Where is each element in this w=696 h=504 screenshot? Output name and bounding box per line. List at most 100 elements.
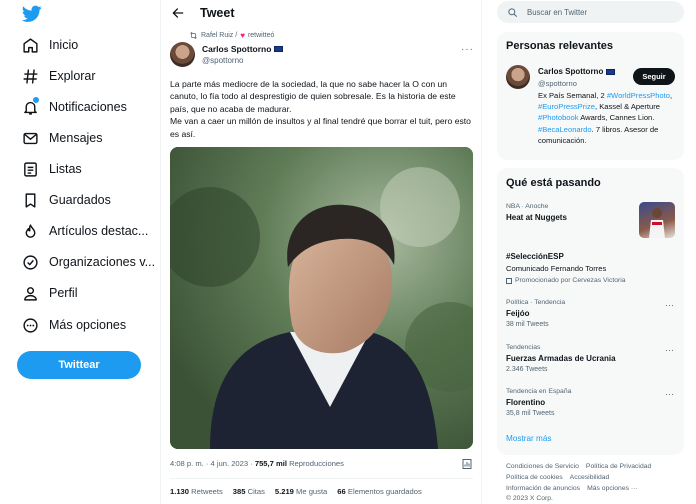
retweeted-suffix: retwitteó [247, 32, 275, 39]
nav-notifications[interactable]: Notificaciones [22, 95, 127, 119]
bookmark-icon [25, 192, 36, 208]
author-avatar[interactable] [170, 42, 195, 67]
bio-text: Ex País Semanal, 2 [538, 91, 607, 100]
trend-context: Política · Tendencia [506, 299, 566, 306]
analytics-icon[interactable] [461, 458, 473, 470]
tweet-stats: 1.130 Retweets 385 Citas 5.219 Me gusta … [170, 487, 422, 496]
bookmarks-label: Elementos guardados [347, 487, 422, 496]
author-name-row[interactable]: Carlos Spottorno [202, 44, 284, 54]
nav-home[interactable]: Inicio [22, 33, 78, 57]
flame-icon [25, 223, 36, 238]
eu-flag-icon [606, 68, 616, 75]
footer-link[interactable]: Información de anuncios [506, 485, 580, 492]
trend-item[interactable]: Tendencia en España Florentino 35,8 mil … [506, 388, 571, 417]
author-handle[interactable]: @spottorno [202, 56, 243, 65]
tweet-meta: 4:08 p. m. · 4 jun. 2023 · 755,7 mil Rep… [170, 459, 344, 468]
retweets-stat[interactable]: 1.130 Retweets [170, 487, 223, 496]
footer-link[interactable]: Política de cookies [506, 474, 563, 481]
retweets-count: 1.130 [170, 487, 190, 496]
more-options-icon[interactable]: ··· [461, 44, 474, 55]
tweet-button[interactable]: Twittear [17, 351, 141, 379]
bio-hashtag[interactable]: #EuroPressPrize [538, 102, 595, 111]
divider [170, 478, 473, 479]
trend-name: Florentino [506, 398, 546, 407]
nav-label: Explorar [49, 69, 96, 83]
trend-item[interactable]: Tendencias Fuerzas Armadas de Ucrania 2.… [506, 344, 616, 373]
retweeted-by[interactable]: Rafel Ruiz / [201, 32, 237, 39]
views-label: Reproducciones [289, 459, 344, 468]
nav-label: Inicio [49, 38, 79, 52]
footer-link[interactable]: Accesibilidad [570, 474, 610, 481]
relevant-handle[interactable]: @spottorno [538, 79, 577, 88]
tweet-text-paragraph-2: Me van a caer un millón de insultos y al… [170, 116, 471, 139]
retweets-label: Retweets [191, 487, 223, 496]
bio-text: , [669, 91, 673, 100]
tweet-text-paragraph-1: La parte más mediocre de la sociedad, la… [170, 79, 456, 114]
portrait-image [170, 147, 473, 449]
trend-more-icon[interactable]: ··· [665, 389, 674, 399]
trending-title: Qué está pasando [506, 177, 601, 189]
trend-item[interactable]: Política · Tendencia Feijóo 38 mil Tweet… [506, 299, 565, 328]
follow-button[interactable]: Seguir [633, 68, 675, 85]
footer-link[interactable]: Política de Privacidad [586, 463, 651, 470]
twitter-bird-icon[interactable] [22, 5, 42, 23]
bio-text: Awards, Cannes Lion. [578, 113, 655, 123]
tweet-time[interactable]: 4:08 p. m. · 4 jun. 2023 · [170, 459, 255, 468]
promoted-icon [506, 277, 512, 284]
eu-flag-icon [274, 46, 284, 52]
footer-link[interactable]: Condiciones de Servicio [506, 463, 579, 470]
likes-label: Me gusta [296, 487, 328, 496]
trend-name: Feijóo [506, 309, 530, 318]
home-icon [23, 37, 38, 53]
nav-profile[interactable]: Perfil [22, 281, 77, 305]
bookmarks-stat[interactable]: 66 Elementos guardados [337, 487, 421, 496]
trend-item[interactable]: #SelecciónESP Comunicado Fernando Torres… [506, 252, 626, 284]
likes-stat[interactable]: 5.219 Me gusta [275, 487, 327, 496]
trend-item[interactable]: NBA · Anoche Heat at Nuggets [506, 203, 567, 222]
nav-messages[interactable]: Mensajes [22, 126, 103, 150]
author-name: Carlos Spottorno [202, 44, 272, 54]
tweet-photo[interactable] [170, 147, 473, 449]
likes-count: 5.219 [274, 487, 294, 496]
person-icon [24, 286, 37, 301]
trend-name: Fuerzas Armadas de Ucrania [506, 354, 616, 363]
relevant-avatar[interactable] [506, 65, 530, 89]
quotes-label: Citas [247, 487, 265, 496]
trend-name: Heat at Nuggets [506, 213, 567, 222]
footer-link[interactable]: Más opciones ··· [587, 485, 638, 492]
nav-featured-articles[interactable]: Artículos destac... [22, 219, 148, 243]
footer-links: Condiciones de Servicio Política de Priva… [506, 462, 686, 504]
tweet-text: La parte más mediocre de la sociedad, la… [170, 78, 475, 140]
trend-more-icon[interactable]: ··· [665, 300, 674, 310]
back-arrow-icon[interactable] [171, 6, 185, 20]
relevant-bio: Ex País Semanal, 2 #WorldPressPhoto, #Eu… [538, 90, 678, 146]
heart-icon: ♥ [240, 31, 245, 40]
nav-more-options[interactable]: Más opciones [22, 313, 126, 337]
nav-explore[interactable]: Explorar [22, 64, 96, 88]
trend-thumbnail[interactable] [639, 202, 675, 238]
relevant-name-row[interactable]: Carlos Spottorno [538, 67, 616, 76]
bio-text: , Kassel & Aperture [594, 102, 660, 112]
trend-count: 2.346 Tweets [506, 366, 548, 373]
copyright: © 2023 X Corp. [506, 495, 553, 503]
show-more-link[interactable]: Mostrar más [506, 434, 552, 443]
mail-icon [23, 132, 38, 144]
promoted-row: Promocionado por Cervezas Victoria [506, 277, 626, 284]
nav-label: Organizaciones v... [49, 255, 156, 269]
notification-badge [32, 96, 40, 104]
search-input[interactable]: Buscar en Twitter [497, 1, 684, 23]
bio-hashtag[interactable]: #BecaLeonardo [538, 125, 592, 134]
promoted-label: Promocionado por Cervezas Victoria [515, 277, 626, 284]
nav-lists[interactable]: Listas [22, 157, 82, 181]
bio-hashtag[interactable]: #Photobook [538, 113, 579, 122]
nav-verified-orgs[interactable]: Organizaciones v... [22, 250, 155, 274]
views-count: 755,7 mil [254, 459, 287, 468]
bio-hashtag[interactable]: #WorldPressPhoto [607, 91, 670, 100]
page-title: Tweet [200, 6, 235, 20]
nav-bookmarks[interactable]: Guardados [22, 188, 111, 212]
trend-more-icon[interactable]: ··· [665, 345, 674, 355]
basketball-player-image [649, 208, 665, 238]
nav-label: Perfil [49, 286, 78, 300]
search-placeholder: Buscar en Twitter [527, 7, 588, 17]
quotes-stat[interactable]: 385 Citas [233, 487, 265, 496]
